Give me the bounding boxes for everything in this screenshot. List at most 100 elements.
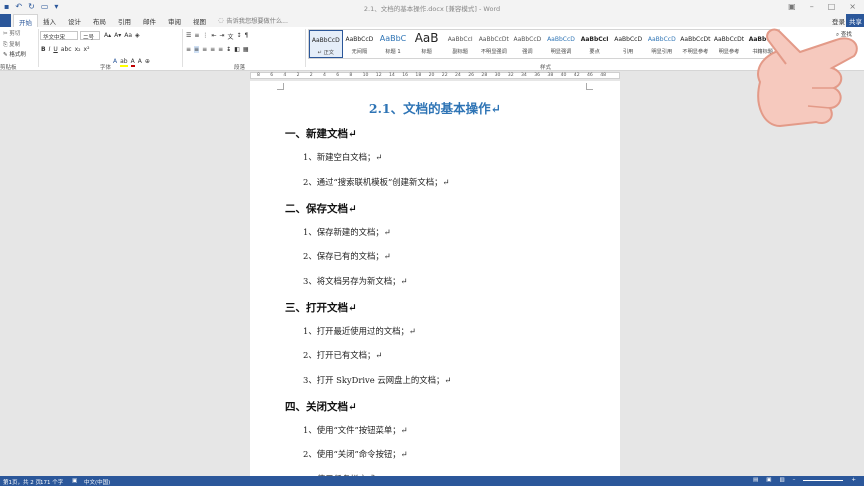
clipboard-group-label: 剪贴板 — [0, 65, 17, 71]
style-sample: AaBbCcI — [447, 36, 473, 43]
file-tab[interactable] — [0, 14, 11, 27]
tab-insert[interactable]: 插入 — [43, 16, 56, 26]
multilevel-list-icon[interactable]: ⋮ — [202, 32, 208, 41]
align-right-icon[interactable]: ≡ — [202, 46, 207, 53]
borders-icon[interactable]: ▦ — [243, 46, 249, 53]
minimize-icon[interactable]: – — [810, 2, 814, 11]
copy-icon: ⎘ — [3, 42, 8, 48]
style-item[interactable]: AaBbCcD ↵ 正文 — [309, 30, 343, 58]
ruler-tick-label: 36 — [534, 73, 541, 78]
style-sample: AaBbCcD — [547, 36, 575, 43]
list-item: 2、通过“搜索联机模板”创建新文档；↵ — [303, 176, 450, 187]
clear-format-icon[interactable]: ◈ — [135, 32, 140, 39]
chinese-layout-icon[interactable]: 文 — [227, 32, 233, 41]
tab-references[interactable]: 引用 — [118, 16, 131, 26]
ruler-tick-label: 22 — [441, 73, 448, 78]
style-item[interactable]: AaBbCcI 要点 — [578, 30, 612, 58]
subscript-icon[interactable]: x₂ — [75, 46, 81, 53]
style-item[interactable]: AaB 标题 — [410, 30, 444, 58]
crop-mark-top-right — [586, 83, 593, 90]
superscript-icon[interactable]: x² — [84, 46, 90, 53]
bold-icon[interactable]: B — [41, 46, 46, 53]
ruler-tick-label: 10 — [362, 73, 369, 78]
style-sample: AaBbCcD — [345, 36, 374, 43]
grow-font-icon[interactable]: A▴ — [104, 32, 111, 39]
line-spacing-icon[interactable]: ↨ — [226, 46, 231, 53]
document-page[interactable]: 2.1、文档的基本操作↵ 一、新建文档↵ 1、新建空白文档；↵ 2、通过“搜索联机模… — [250, 81, 620, 476]
font-size-select[interactable]: 二号 — [80, 31, 100, 41]
page-count[interactable]: 第1页，共 2 页 — [3, 478, 41, 486]
justify-icon[interactable]: ≡ — [210, 46, 215, 53]
zoom-slider[interactable] — [803, 479, 844, 481]
cut-button[interactable]: ✂ 剪切 — [3, 29, 20, 37]
tab-review[interactable]: 审阅 — [168, 16, 181, 26]
style-item[interactable]: AaBbCcD 明显引用 — [645, 30, 679, 58]
align-left-icon[interactable]: ≡ — [186, 46, 191, 53]
char-shading-icon[interactable]: A — [138, 58, 142, 67]
tell-me-box[interactable]: ◌ 告诉我您想要做什么... — [218, 16, 288, 25]
copy-button[interactable]: ⎘ 复制 — [3, 40, 20, 49]
style-name: 明显强调 — [550, 49, 572, 55]
style-item[interactable]: AaBbC 标题 1 — [376, 30, 410, 58]
bullets-icon[interactable]: ☰ — [186, 32, 191, 41]
style-item[interactable]: AaBbCcD 无间隔 — [343, 30, 377, 58]
tab-mailings[interactable]: 邮件 — [143, 16, 156, 26]
ruler-tick-label: 12 — [375, 73, 382, 78]
italic-icon[interactable]: I — [49, 46, 51, 53]
ruler-tick-label: 4 — [323, 73, 326, 78]
underline-icon[interactable]: U — [53, 46, 57, 53]
web-layout-icon[interactable]: ▥ — [779, 477, 784, 483]
ribbon-options-icon[interactable]: ▣ — [788, 2, 796, 11]
zoom-in-icon[interactable]: + — [851, 477, 856, 483]
change-case-icon[interactable]: Aa — [124, 32, 132, 39]
tab-home[interactable]: 开始 — [13, 14, 38, 27]
section-heading-text: 三、打开文档 — [285, 301, 348, 314]
styles-gallery: AaBbCcD ↵ 正文 AaBbCcD 无间隔 AaBbC 标题 1 AaB 标题 AaBbC… — [308, 29, 780, 59]
list-item: 1、保存新建的文档；↵ — [303, 226, 391, 237]
proofing-icon[interactable]: ▣ — [72, 478, 77, 484]
style-item[interactable]: AaBbCcI 副标题 — [443, 30, 477, 58]
font-size-tools: A▴ A▾ Aa ◈ — [104, 32, 140, 39]
sort-icon[interactable]: ↕ — [237, 32, 242, 41]
maximize-icon[interactable]: □ — [828, 2, 836, 11]
shading-icon[interactable]: ◧ — [234, 46, 240, 53]
divider — [38, 29, 39, 67]
font-name-select[interactable]: 华文中宋 — [40, 31, 78, 41]
style-item[interactable]: AaBbCcDt 不明显参考 — [679, 30, 713, 58]
style-item[interactable]: AaBbCcD 引用 — [611, 30, 645, 58]
print-layout-icon[interactable]: ▣ — [766, 477, 771, 483]
strikethrough-icon[interactable]: abc — [61, 46, 72, 53]
style-sample: AaBbCcI — [580, 36, 609, 43]
list-item: 2、使用“关闭”命令按钮；↵ — [303, 449, 408, 459]
increase-indent-icon[interactable]: ⇥ — [219, 32, 224, 41]
word-count[interactable]: 171 个字 — [40, 478, 63, 486]
style-item[interactable]: AaBbCcD 明显强调 — [544, 30, 578, 58]
close-icon[interactable]: × — [849, 2, 856, 11]
ruler-tick-label: 14 — [389, 73, 395, 78]
zoom-out-icon[interactable]: – — [793, 477, 796, 483]
read-mode-icon[interactable]: ▤ — [753, 477, 758, 483]
horizontal-ruler[interactable]: 8 6 4 2 2 4 6 8 10 12 14 16 18 20 22 24 26 28 30 32 34 36 38 40… — [250, 72, 620, 79]
tab-design[interactable]: 设计 — [68, 16, 81, 26]
style-item[interactable]: AaBbCcDt 不明显强调 — [477, 30, 511, 58]
show-marks-icon[interactable]: ¶ — [245, 32, 249, 41]
distributed-icon[interactable]: ≡ — [218, 46, 223, 53]
language-indicator[interactable]: 中文(中国) — [84, 478, 110, 486]
align-center-icon[interactable]: ≡ — [194, 46, 200, 53]
format-painter-button[interactable]: ✎ 格式刷 — [3, 50, 26, 58]
tab-layout[interactable]: 布局 — [93, 16, 106, 26]
shrink-font-icon[interactable]: A▾ — [114, 32, 121, 39]
numbering-icon[interactable]: ≡ — [194, 32, 199, 41]
list-item-text: 2、打开已有文档； — [303, 350, 376, 360]
paragraph-align-row: ≡ ≡ ≡ ≡ ≡ ↨ ◧ ▦ — [186, 46, 249, 53]
highlight-icon[interactable]: ab — [120, 58, 128, 67]
font-color-icon[interactable]: A — [130, 58, 135, 67]
format-painter-label: 格式刷 — [9, 52, 26, 58]
tab-view[interactable]: 视图 — [193, 16, 206, 26]
decrease-indent-icon[interactable]: ⇤ — [211, 32, 216, 41]
text-effect-icon[interactable]: A — [113, 58, 117, 67]
paragraph-group-label: 段落 — [234, 65, 246, 71]
enclosed-char-icon[interactable]: ⊕ — [145, 58, 150, 67]
ruler-tick-label: 38 — [547, 73, 554, 78]
style-item[interactable]: AaBbCcD 强调 — [511, 30, 545, 58]
